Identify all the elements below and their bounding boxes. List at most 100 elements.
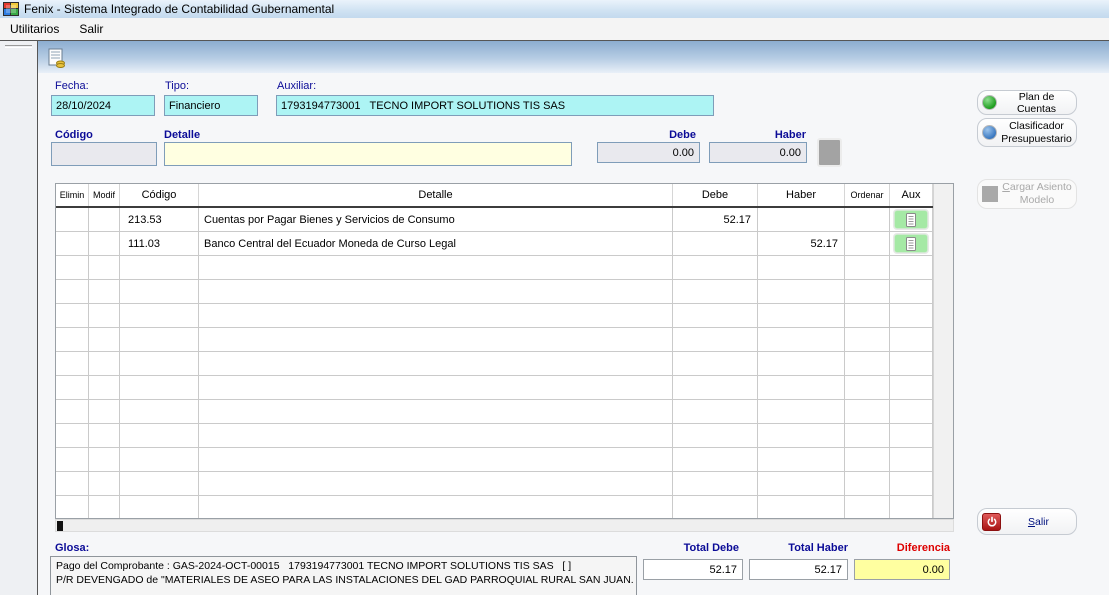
cell-debe [673,328,758,351]
menu-salir[interactable]: Salir [69,19,113,39]
table-row[interactable] [56,280,933,304]
cell-aux [890,472,933,495]
cell-ordenar [845,256,890,279]
clasificador-label: ClasificadorPresupuestario [1001,120,1072,145]
table-row[interactable] [56,304,933,328]
cell-modif [89,376,120,399]
cell-modif [89,496,120,519]
auxiliar-label: Auxiliar: [277,80,316,92]
cell-debe [673,400,758,423]
cell-haber [758,352,845,375]
splitter-grabber[interactable] [5,45,32,48]
cell-detalle: Cuentas por Pagar Bienes y Servicios de … [199,208,673,231]
cell-haber: 52.17 [758,232,845,255]
table-row[interactable] [56,400,933,424]
codigo-input[interactable] [51,142,157,166]
cell-codigo [120,472,199,495]
cell-codigo [120,376,199,399]
cargar-asiento-modelo-button[interactable]: Cargar AsientoModelo [977,179,1077,209]
clasificador-presupuestario-button[interactable]: ClasificadorPresupuestario [977,118,1077,147]
column-header-haber: Haber [758,184,845,206]
table-row[interactable] [56,472,933,496]
total-debe-field: 52.17 [643,559,743,580]
column-header-codigo: Código [120,184,199,206]
cell-modif [89,400,120,423]
table-row[interactable] [56,328,933,352]
plan-de-cuentas-button[interactable]: Plan de Cuentas [977,90,1077,115]
cell-detalle [199,496,673,519]
cell-haber [758,496,845,519]
aux-detail-button[interactable] [894,210,928,229]
cell-elimin [56,496,89,519]
ledger-table: Elimin Modif Código Detalle Debe Haber O… [55,183,954,519]
cell-codigo [120,496,199,519]
cell-haber [758,304,845,327]
debe-input[interactable]: 0.00 [597,142,700,163]
detalle-input[interactable] [164,142,572,166]
table-row[interactable]: 213.53Cuentas por Pagar Bienes y Servici… [56,208,933,232]
column-header-ordenar: Ordenar [845,184,890,206]
table-row[interactable] [56,376,933,400]
salir-button[interactable]: Salir [977,508,1077,535]
cell-aux [890,208,933,231]
cell-ordenar [845,352,890,375]
cell-ordenar [845,232,890,255]
salir-label: Salir [1005,516,1072,528]
cell-ordenar [845,472,890,495]
plan-de-cuentas-label: Plan de Cuentas [1001,91,1072,115]
left-dock-strip [0,41,37,595]
cell-debe [673,280,758,303]
cell-aux [890,376,933,399]
cell-aux [890,232,933,255]
document-lines-icon [905,213,917,227]
cell-codigo [120,448,199,471]
horizontal-scrollbar-thumb[interactable] [57,521,63,531]
cell-elimin [56,256,89,279]
table-row[interactable] [56,496,933,519]
glosa-textarea[interactable]: Pago del Comprobante : GAS-2024-OCT-0001… [50,556,637,595]
cell-haber [758,400,845,423]
cell-ordenar [845,376,890,399]
menu-utilitarios[interactable]: Utilitarios [0,19,69,39]
cell-haber [758,424,845,447]
cell-modif [89,352,120,375]
vertical-scrollbar[interactable] [933,184,953,518]
fecha-field[interactable]: 28/10/2024 [51,95,155,116]
cell-detalle [199,304,673,327]
cell-haber [758,328,845,351]
table-row[interactable] [56,352,933,376]
cell-ordenar [845,328,890,351]
cell-aux [890,448,933,471]
cell-haber [758,472,845,495]
green-sphere-icon [982,95,997,110]
cell-ordenar [845,448,890,471]
total-debe-label: Total Debe [639,542,739,554]
cell-modif [89,328,120,351]
table-row[interactable] [56,256,933,280]
new-entry-button[interactable] [46,47,68,71]
table-row[interactable] [56,424,933,448]
glosa-line-1: Pago del Comprobante : GAS-2024-OCT-0001… [56,559,631,573]
add-line-button[interactable] [817,138,842,167]
horizontal-scrollbar[interactable] [55,519,954,532]
haber-input[interactable]: 0.00 [709,142,807,163]
cell-codigo: 213.53 [120,208,199,231]
tipo-field[interactable]: Financiero [164,95,258,116]
cell-debe [673,472,758,495]
table-row[interactable]: 111.03Banco Central del Ecuador Moneda d… [56,232,933,256]
document-coins-icon [48,48,66,68]
cell-modif [89,280,120,303]
cell-elimin [56,328,89,351]
cell-detalle: Banco Central del Ecuador Moneda de Curs… [199,232,673,255]
cell-elimin [56,472,89,495]
cell-detalle [199,376,673,399]
cell-codigo [120,280,199,303]
cell-detalle [199,400,673,423]
cell-elimin [56,304,89,327]
table-row[interactable] [56,448,933,472]
aux-detail-button[interactable] [894,234,928,253]
cell-codigo [120,400,199,423]
auxiliar-field[interactable]: 1793194773001 TECNO IMPORT SOLUTIONS TIS… [276,95,714,116]
haber-label: Haber [746,129,806,141]
cell-elimin [56,400,89,423]
